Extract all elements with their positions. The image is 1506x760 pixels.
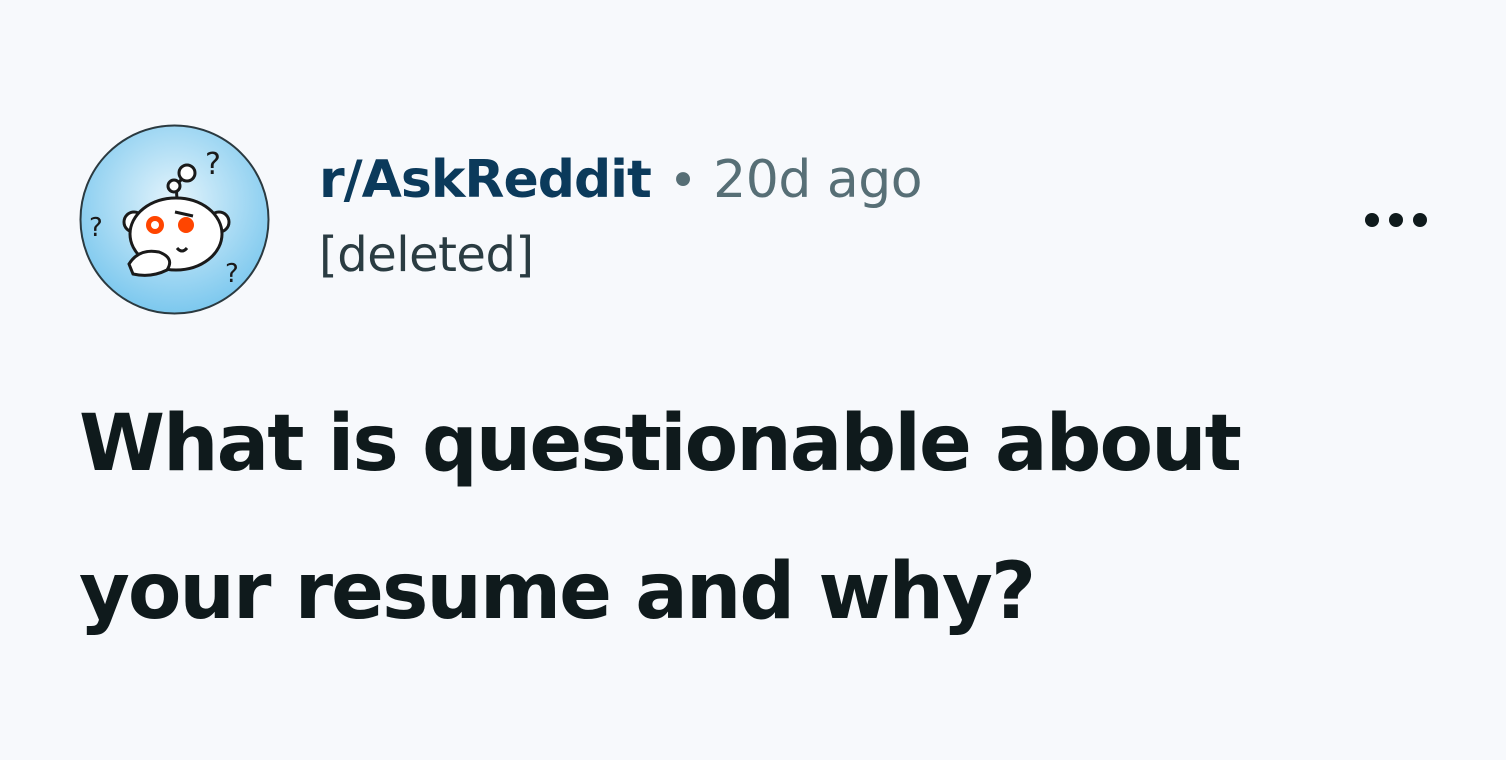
post-meta: r/AskReddit • 20d ago [deleted]	[319, 140, 923, 290]
menu-dot	[1389, 213, 1403, 227]
separator-dot: •	[668, 153, 698, 209]
post-title-line-1: What is questionable about	[79, 399, 1242, 489]
svg-text:?: ?	[225, 259, 239, 289]
post-meta-line: r/AskReddit • 20d ago	[319, 140, 923, 220]
post-title[interactable]: What is questionable about your resume an…	[79, 370, 1479, 666]
post-title-line-2: your resume and why?	[79, 547, 1036, 637]
subreddit-avatar[interactable]: ? ? ?	[79, 124, 270, 315]
svg-text:?: ?	[205, 147, 221, 182]
svg-text:?: ?	[89, 213, 103, 243]
menu-dot	[1413, 213, 1427, 227]
post-author: [deleted]	[319, 227, 534, 283]
more-options-icon[interactable]	[1344, 198, 1448, 242]
menu-dot	[1365, 213, 1379, 227]
snoo-question-icon: ? ? ?	[79, 124, 270, 315]
subreddit-link[interactable]: r/AskReddit	[319, 150, 652, 210]
post-timestamp: 20d ago	[713, 150, 923, 210]
